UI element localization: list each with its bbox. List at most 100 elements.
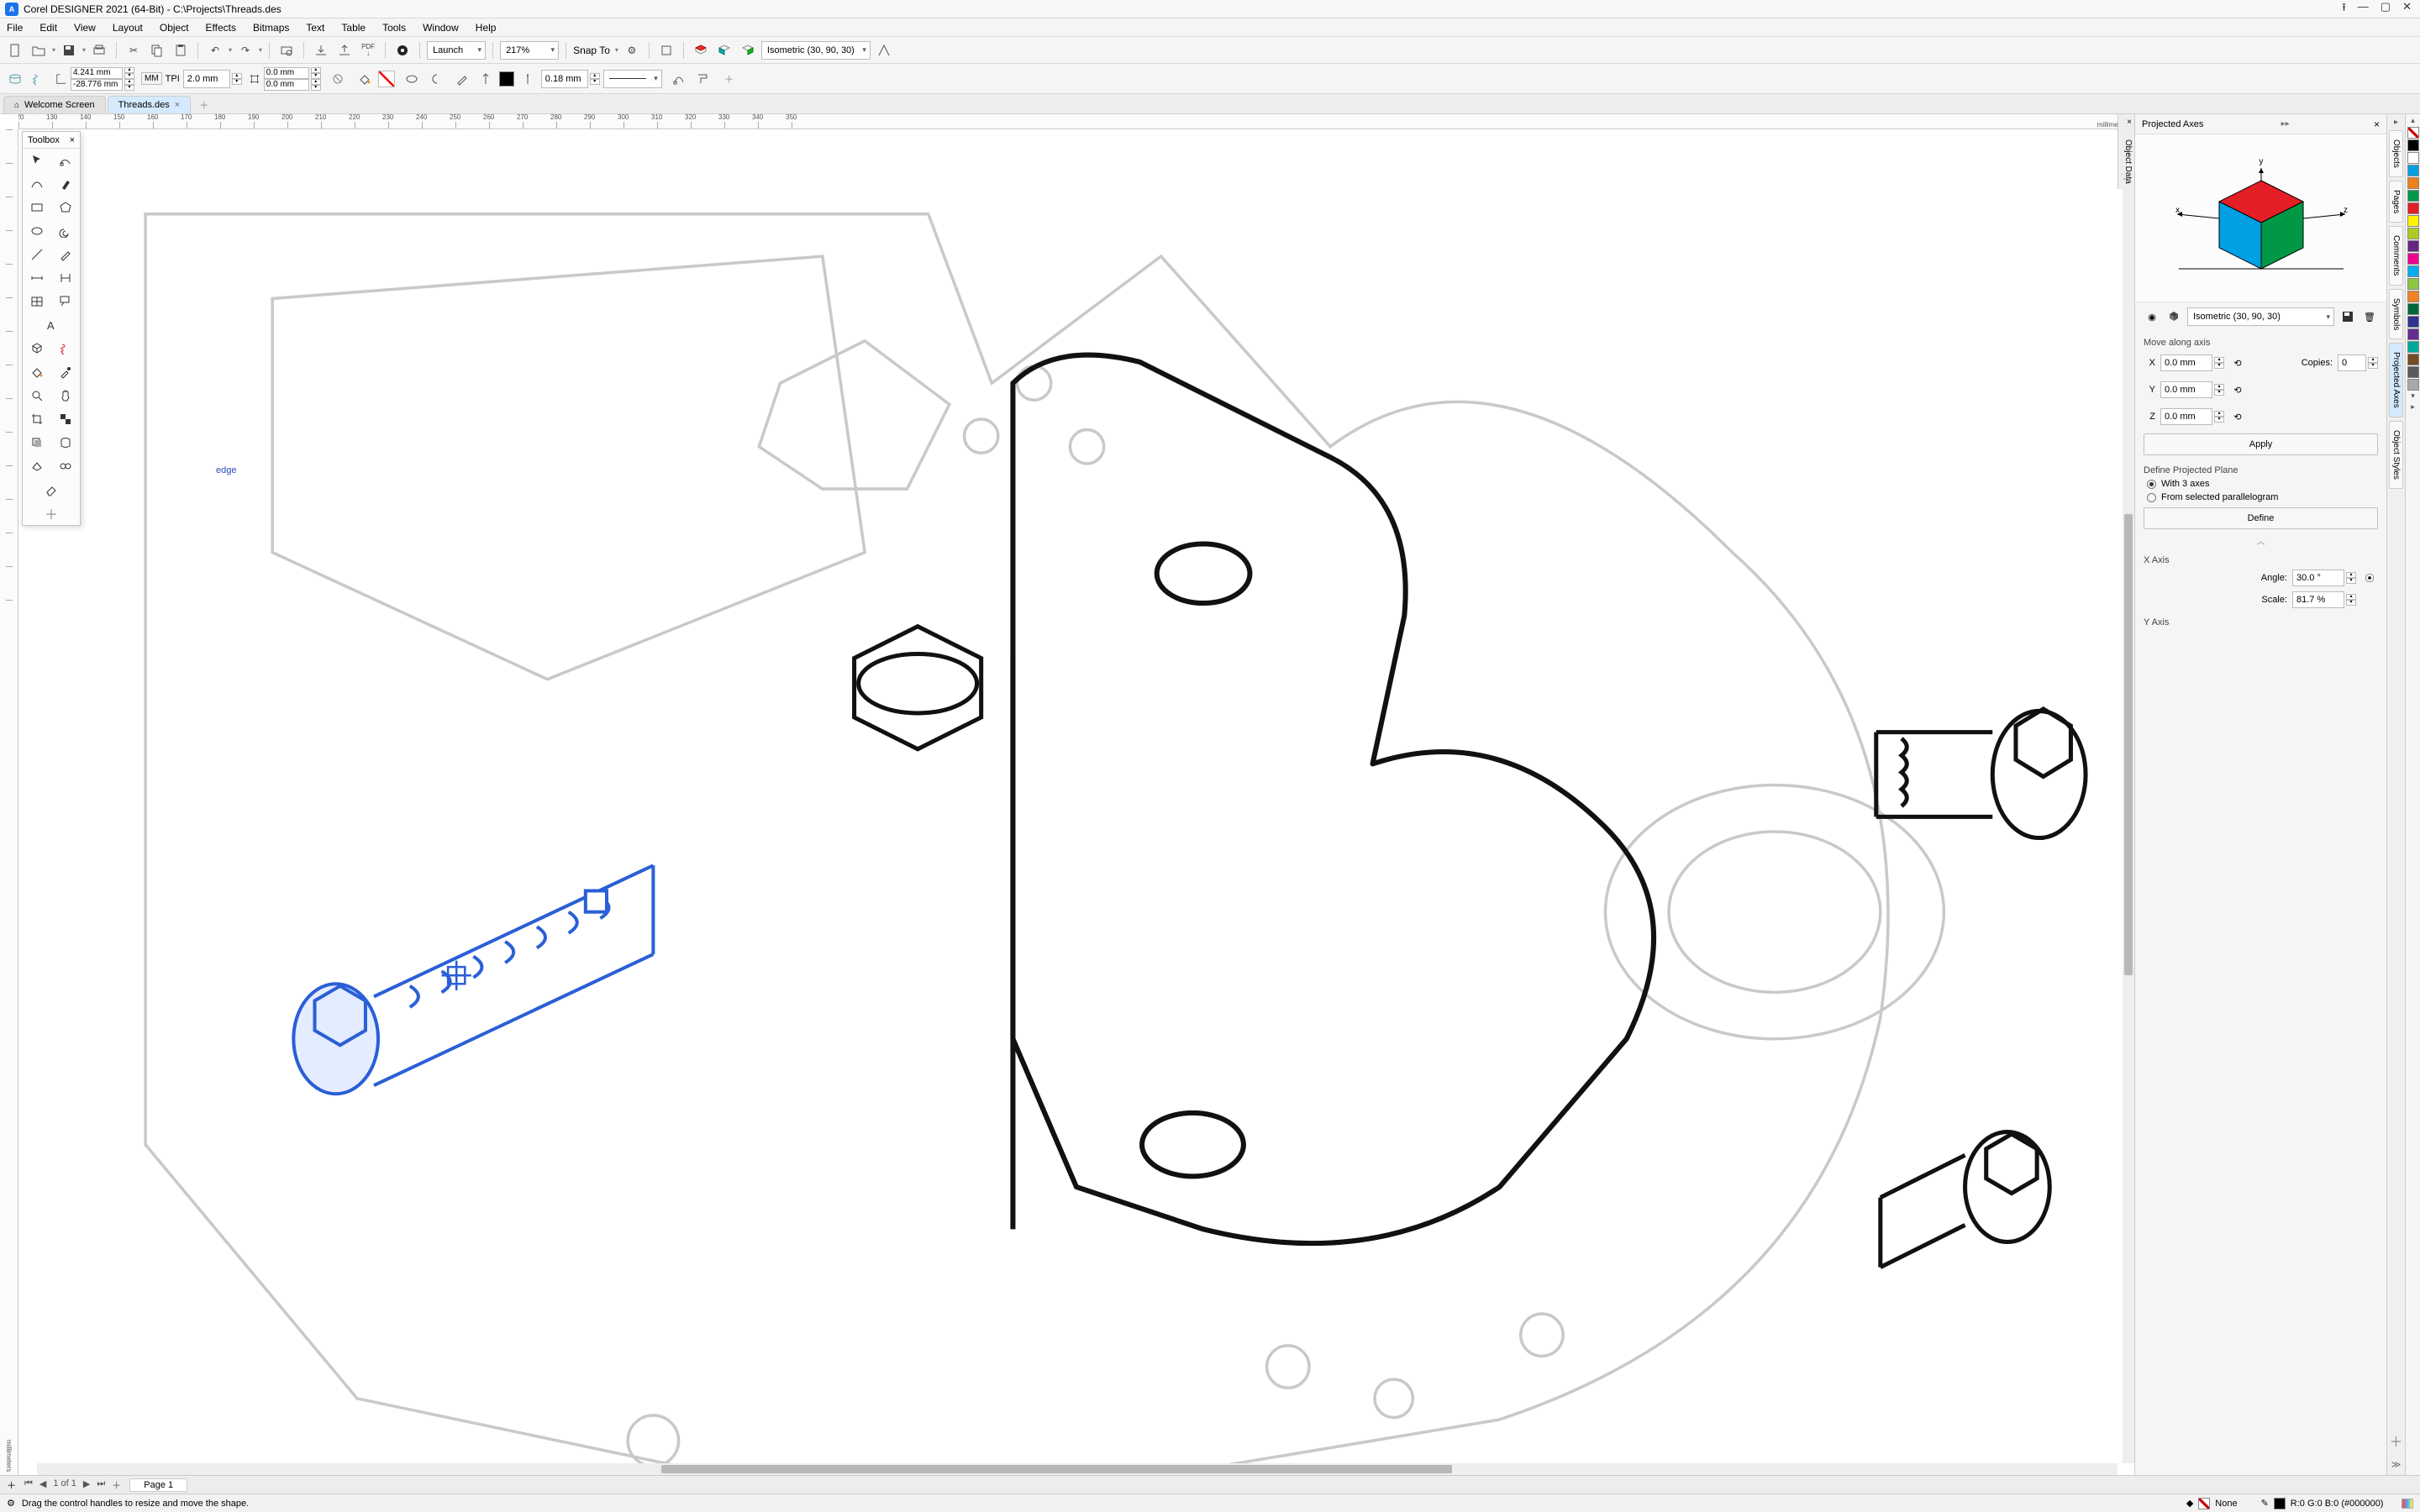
pen-tool-icon[interactable] xyxy=(51,243,80,266)
gear-icon[interactable]: ⚙ xyxy=(7,1498,15,1509)
palette-swatch[interactable] xyxy=(2407,240,2419,252)
polygon-tool-icon[interactable] xyxy=(51,196,80,219)
outline-width-input[interactable] xyxy=(541,70,588,88)
projected-preset-dropdown[interactable]: Isometric (30, 90, 30) xyxy=(761,41,871,60)
eyedropper-tool-icon[interactable] xyxy=(51,360,80,384)
ellipse-tool-icon[interactable] xyxy=(23,219,51,243)
crop-tool-icon[interactable] xyxy=(23,407,51,431)
x-angle-input[interactable] xyxy=(2292,570,2344,586)
artistic-media-tool-icon[interactable] xyxy=(51,172,80,196)
side-tab-object-styles[interactable]: Object Styles xyxy=(2389,421,2403,489)
menu-help[interactable]: Help xyxy=(476,22,497,34)
visibility-icon[interactable]: ◉ xyxy=(2144,308,2160,325)
reset-x-icon[interactable]: ⟲ xyxy=(2229,354,2246,371)
no-fill-swatch[interactable] xyxy=(378,71,395,87)
redo-icon[interactable]: ↷ xyxy=(235,40,255,60)
pan-tool-icon[interactable] xyxy=(51,384,80,407)
palette-swatch[interactable] xyxy=(2407,202,2419,214)
palette-swatch[interactable] xyxy=(2407,177,2419,189)
tab-document[interactable]: Threads.des × xyxy=(108,96,192,113)
side-tabs-add-icon[interactable]: ＋ xyxy=(2389,1431,2402,1456)
palette-more-icon[interactable]: ▸ xyxy=(2411,402,2415,412)
eraser-tool-icon[interactable] xyxy=(23,478,80,501)
tab-welcome[interactable]: ⌂ Welcome Screen xyxy=(3,96,106,113)
menu-object[interactable]: Object xyxy=(160,22,189,34)
fill-icon[interactable]: ◆ xyxy=(2186,1498,2193,1509)
size-h-input[interactable] xyxy=(264,79,309,91)
toolbox-close-icon[interactable]: × xyxy=(70,135,75,145)
palette-swatch[interactable] xyxy=(2407,165,2419,176)
object-data-close-icon[interactable]: × xyxy=(2127,118,2132,127)
zoom-dropdown[interactable]: 217% xyxy=(500,41,559,60)
freehand-tool-icon[interactable] xyxy=(23,172,51,196)
spiral-tool-icon[interactable] xyxy=(51,219,80,243)
callout-tool-icon[interactable] xyxy=(51,290,80,313)
palette-down-icon[interactable]: ▾ xyxy=(2411,391,2415,402)
add-tool-icon[interactable]: ＋ xyxy=(719,69,739,89)
toolbox-add-icon[interactable]: ＋ xyxy=(23,501,80,525)
canvas-h-scroll[interactable] xyxy=(37,1463,2118,1475)
print-icon[interactable] xyxy=(89,40,109,60)
extrude-tool-icon[interactable] xyxy=(23,454,51,478)
palette-swatch[interactable] xyxy=(2407,341,2419,353)
menu-view[interactable]: View xyxy=(74,22,96,34)
zoom-tool-icon[interactable] xyxy=(23,384,51,407)
outline-pen-icon[interactable] xyxy=(452,69,472,89)
ruler-vertical[interactable]: 3303203103002902802702602502402302202102… xyxy=(0,129,18,1475)
menu-text[interactable]: Text xyxy=(306,22,324,34)
collapse-section-icon[interactable]: ︿ xyxy=(2135,533,2386,549)
page-add-icon[interactable]: ＋ xyxy=(7,1478,16,1492)
outline-swatch[interactable] xyxy=(2274,1498,2286,1509)
side-tab-pages[interactable]: Pages xyxy=(2389,181,2403,223)
move-x-input[interactable] xyxy=(2160,354,2212,371)
ruler-horizontal[interactable]: 1201301401501601701801902002102202302402… xyxy=(18,114,2134,129)
tpi-input[interactable] xyxy=(183,70,230,88)
move-z-input[interactable] xyxy=(2160,408,2212,425)
palette-none-swatch[interactable] xyxy=(2407,127,2419,139)
table-tool-icon[interactable] xyxy=(23,290,51,313)
palette-swatch[interactable] xyxy=(2407,265,2419,277)
plane-top-icon[interactable] xyxy=(691,40,711,60)
palette-swatch[interactable] xyxy=(2407,328,2419,340)
side-tab-objects[interactable]: Objects xyxy=(2389,130,2403,177)
fill-swatch[interactable] xyxy=(2198,1498,2210,1509)
palette-up-icon[interactable]: ▴ xyxy=(2411,116,2415,126)
object-data-tab[interactable]: Object Data × ＋ xyxy=(2118,114,2134,189)
envelope-tool-icon[interactable] xyxy=(51,431,80,454)
size-wh[interactable]: ▴▾ ▴▾ xyxy=(264,67,321,91)
palette-swatch[interactable] xyxy=(2407,253,2419,265)
palette-swatch[interactable] xyxy=(2407,228,2419,239)
new-icon[interactable] xyxy=(5,40,25,60)
text-tool-icon[interactable]: A xyxy=(23,313,80,337)
wrap-icon[interactable] xyxy=(692,69,713,89)
import-icon[interactable] xyxy=(311,40,331,60)
thread-detail-icon[interactable] xyxy=(29,69,49,89)
plane-left-icon[interactable] xyxy=(714,40,734,60)
snap-to-label[interactable]: Snap To xyxy=(573,45,610,56)
palette-swatch[interactable] xyxy=(2407,190,2419,202)
side-tab-symbols[interactable]: Symbols xyxy=(2389,289,2403,339)
menu-bitmaps[interactable]: Bitmaps xyxy=(253,22,289,34)
plane-ortho-icon[interactable] xyxy=(656,40,676,60)
fill-bucket-icon[interactable] xyxy=(355,69,375,89)
save-icon[interactable] xyxy=(59,40,79,60)
menu-effects[interactable]: Effects xyxy=(206,22,236,34)
palette-swatch[interactable] xyxy=(2407,366,2419,378)
copies-input[interactable] xyxy=(2338,354,2366,371)
side-tab-projected-axes[interactable]: Projected Axes xyxy=(2389,343,2403,417)
options-icon[interactable]: ⚙ xyxy=(622,40,642,60)
rectangle-tool-icon[interactable] xyxy=(23,196,51,219)
share-icon[interactable]: ⭱ xyxy=(2342,0,2346,18)
page-tab[interactable]: Page 1 xyxy=(129,1478,187,1492)
convert-curve-icon[interactable] xyxy=(669,69,689,89)
cut-icon[interactable]: ✂ xyxy=(124,40,144,60)
palette-swatch[interactable] xyxy=(2407,215,2419,227)
line-tool-icon[interactable] xyxy=(23,243,51,266)
reset-z-icon[interactable]: ⟲ xyxy=(2229,408,2246,425)
radio-three-axes[interactable]: With 3 axes xyxy=(2135,477,2386,491)
page-insert-icon[interactable]: ＋ xyxy=(112,1478,121,1492)
menu-edit[interactable]: Edit xyxy=(39,22,57,34)
define-button[interactable]: Define xyxy=(2144,507,2378,529)
docker-collapse-icon[interactable]: ▸▸ xyxy=(2281,119,2290,129)
pick-tool-icon[interactable] xyxy=(23,149,51,172)
